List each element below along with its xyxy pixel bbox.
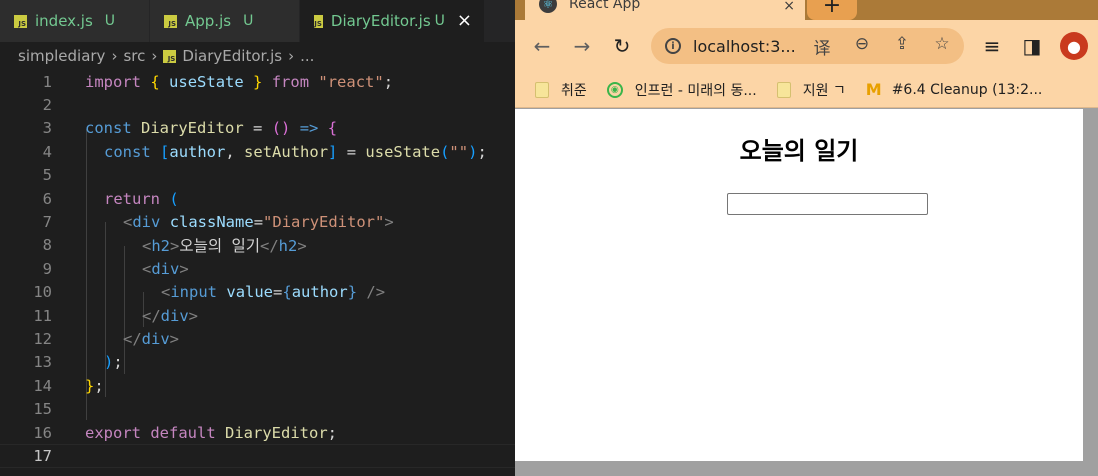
bookmark-item[interactable]: M #6.4 Cleanup (13:2... xyxy=(866,80,1043,99)
translate-icon[interactable]: 译 xyxy=(811,34,833,59)
breadcrumb-file[interactable]: DiaryEditor.js xyxy=(182,47,282,65)
vscode-editor-window: JS index.js U JS App.js U JS DiaryEditor… xyxy=(0,0,515,476)
line-number: 13 xyxy=(33,353,52,372)
folder-icon xyxy=(535,81,549,98)
chevron-right-icon: › xyxy=(111,47,118,65)
line-number: 10 xyxy=(33,283,52,302)
back-arrow-icon[interactable]: ← xyxy=(530,32,554,60)
media-queue-icon[interactable]: ≡ xyxy=(980,32,1004,60)
chevron-right-icon: › xyxy=(288,47,295,65)
tab-label: App.js xyxy=(185,12,232,30)
code-line: 4 const [author, setAuthor] = useState("… xyxy=(0,140,515,163)
bookmark-item[interactable]: 취준 xyxy=(535,80,587,100)
line-number: 4 xyxy=(42,142,52,161)
site-info-icon[interactable]: i xyxy=(665,38,681,54)
side-panel-icon[interactable]: ◨ xyxy=(1020,32,1044,60)
browser-toolbar: ← → ↻ i localhost:3... 译 ⊖ ⇪ ☆ ≡ ◨ ● xyxy=(515,20,1098,72)
page-title: 오늘의 일기 xyxy=(739,137,859,165)
chrome-browser-window: ⚛ React App × + ← → ↻ i localhost:3... 译… xyxy=(515,0,1098,476)
code-line: 6 return ( xyxy=(0,187,515,210)
browser-tab-strip: ⚛ React App × + xyxy=(515,0,1098,20)
code-line-current: 17 xyxy=(0,444,515,468)
tab-app-js[interactable]: JS App.js U xyxy=(150,0,300,42)
react-favicon-icon: ⚛ xyxy=(539,0,557,13)
line-number: 12 xyxy=(33,330,52,349)
git-status-badge: U xyxy=(434,13,445,29)
browser-tab-title: React App xyxy=(569,0,641,12)
editor-tab-bar: JS index.js U JS App.js U JS DiaryEditor… xyxy=(0,0,515,42)
close-icon[interactable]: × xyxy=(457,12,472,30)
profile-avatar-icon[interactable]: ● xyxy=(1060,32,1088,60)
bookmark-label: 인프런 - 미래의 동... xyxy=(634,82,757,99)
code-line: 3 const DiaryEditor = () => { xyxy=(0,117,515,140)
new-tab-button[interactable]: + xyxy=(807,0,857,20)
code-line: 1 import { useState } from "react"; xyxy=(0,70,515,93)
code-line: 16 export default DiaryEditor; xyxy=(0,421,515,444)
breadcrumb-folder[interactable]: simplediary xyxy=(18,47,105,65)
line-number: 8 xyxy=(42,236,52,255)
bookmark-label: #6.4 Cleanup (13:2... xyxy=(891,81,1043,98)
tab-label: index.js xyxy=(35,12,93,30)
bookmark-label: 지원 ㄱ xyxy=(802,82,846,99)
line-number: 16 xyxy=(33,423,52,442)
code-line: 2 xyxy=(0,93,515,116)
nomad-logo-icon: M xyxy=(865,80,882,99)
js-file-icon: JS xyxy=(14,14,27,28)
forward-arrow-icon[interactable]: → xyxy=(570,32,594,60)
js-file-icon: JS xyxy=(164,14,177,28)
git-status-badge: U xyxy=(104,13,116,29)
line-number: 3 xyxy=(42,119,52,138)
js-file-icon: JS xyxy=(314,14,323,28)
code-line: 14 }; xyxy=(0,374,515,397)
line-number: 2 xyxy=(42,96,52,115)
breadcrumb: simplediary › src › JS DiaryEditor.js › … xyxy=(0,42,515,70)
zoom-icon[interactable]: ⊖ xyxy=(851,34,873,54)
code-line: 11 </div> xyxy=(0,304,515,327)
close-icon[interactable]: × xyxy=(783,0,795,14)
line-number: 1 xyxy=(42,72,52,91)
line-number: 9 xyxy=(42,259,52,278)
line-number: 15 xyxy=(33,400,52,419)
author-input[interactable] xyxy=(727,193,928,215)
js-file-icon: JS xyxy=(163,49,177,63)
code-line: 10 <input value={author} /> xyxy=(0,281,515,304)
tab-label: DiaryEditor.js xyxy=(330,12,431,30)
code-line: 13 ); xyxy=(0,351,515,374)
chevron-right-icon: › xyxy=(151,47,158,65)
address-bar[interactable]: i localhost:3... 译 ⊖ ⇪ ☆ xyxy=(651,28,964,64)
browser-tab[interactable]: ⚛ React App × xyxy=(525,0,805,20)
tab-diaryeditor-js[interactable]: JS DiaryEditor.js U × xyxy=(300,0,485,42)
line-number: 11 xyxy=(33,306,52,325)
code-line: 8 <h2>오늘의 일기</h2> xyxy=(0,234,515,257)
code-line: 12 </div> xyxy=(0,327,515,350)
git-status-badge: U xyxy=(243,13,254,29)
code-line: 7 <div className="DiaryEditor"> xyxy=(0,210,515,233)
url-text: localhost:3... xyxy=(693,36,796,56)
line-number: 5 xyxy=(42,166,52,185)
star-bookmark-icon[interactable]: ☆ xyxy=(931,34,953,54)
breadcrumb-folder[interactable]: src xyxy=(123,47,145,65)
code-line: 5 xyxy=(0,164,515,187)
line-number: 17 xyxy=(33,447,52,466)
code-editor[interactable]: 1 import { useState } from "react"; 2 3 … xyxy=(0,70,515,476)
bookmark-label: 취준 xyxy=(561,82,587,99)
code-line: 9 <div> xyxy=(0,257,515,280)
bookmarks-bar: 취준 ◉ 인프런 - 미래의 동... 지원 ㄱ M #6.4 Cleanup … xyxy=(515,72,1098,108)
bookmark-item[interactable]: 지원 ㄱ xyxy=(776,80,846,100)
line-number: 14 xyxy=(33,376,52,395)
page-viewport: 오늘의 일기 xyxy=(515,109,1083,461)
reload-icon[interactable]: ↻ xyxy=(610,32,634,60)
share-icon[interactable]: ⇪ xyxy=(891,34,913,54)
tab-index-js[interactable]: JS index.js U xyxy=(0,0,150,42)
code-line: 15 xyxy=(0,398,515,421)
line-number: 7 xyxy=(42,213,52,232)
bookmark-item[interactable]: ◉ 인프런 - 미래의 동... xyxy=(606,80,757,100)
folder-icon xyxy=(776,81,791,98)
breadcrumb-symbol[interactable]: ... xyxy=(300,47,314,65)
line-number: 6 xyxy=(42,189,52,208)
inflearn-icon: ◉ xyxy=(606,81,623,98)
